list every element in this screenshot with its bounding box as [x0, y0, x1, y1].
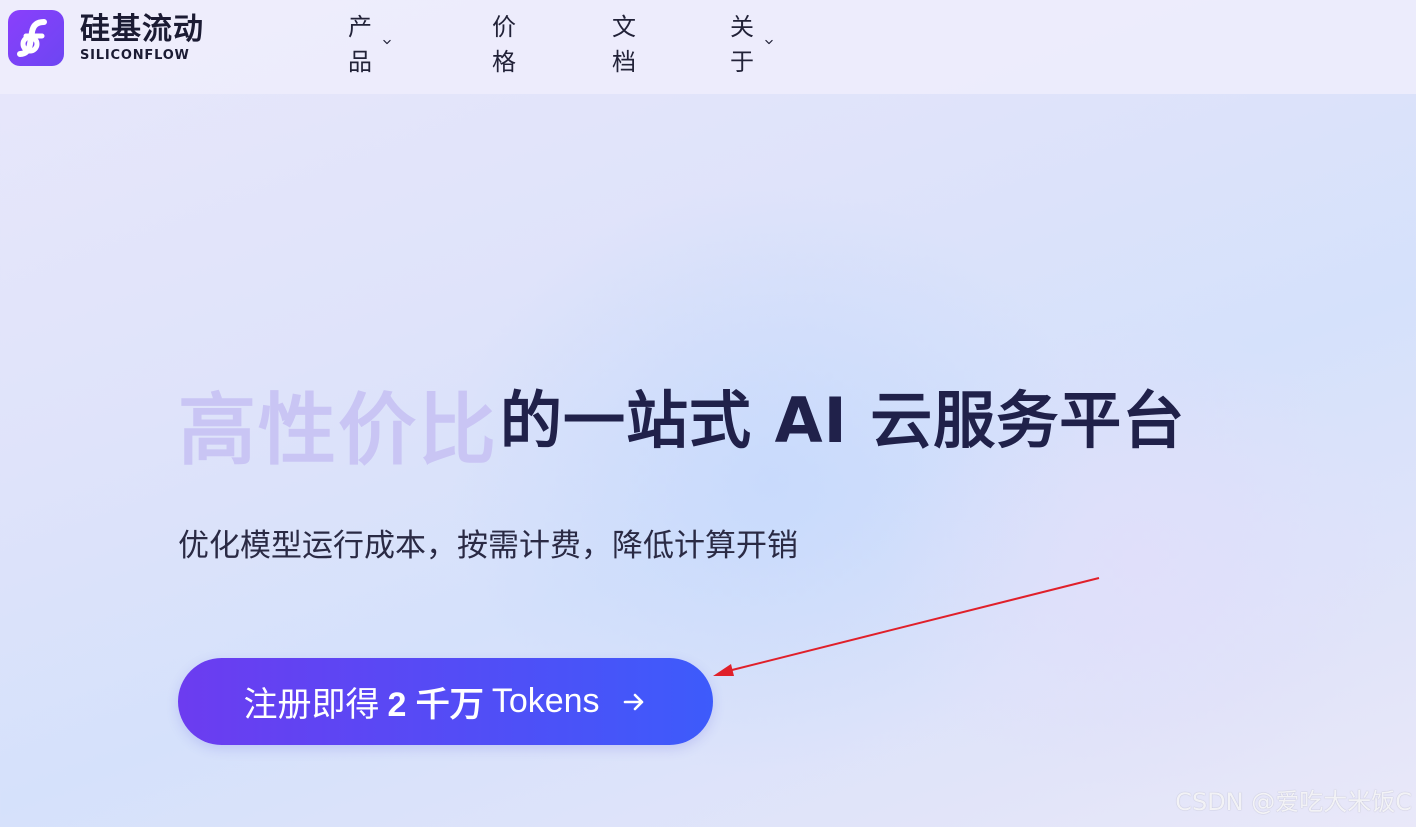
siliconflow-logo-icon [8, 10, 64, 66]
chevron-down-icon [383, 39, 391, 45]
chevron-down-icon [765, 39, 773, 45]
nav-item-label: 价格 [492, 13, 516, 76]
top-header: 硅基流动 SILICONFLOW 产品 价格 文档 关于 [0, 0, 1416, 94]
nav-item-pricing[interactable]: 价格 [492, 13, 516, 76]
background-glow-secondary [860, 300, 1416, 820]
nav-item-products[interactable]: 产品 [348, 13, 392, 76]
brand-wordmark: 硅基流动 SILICONFLOW [80, 11, 204, 63]
cta-suffix: Tokens [491, 682, 600, 720]
brand-name-cn: 硅基流动 [80, 11, 204, 47]
nav-item-label: 关于 [730, 13, 754, 76]
nav-item-label: 文档 [612, 13, 636, 76]
hero-title-accent: 高性价比 [178, 385, 499, 476]
nav-item-label: 产品 [348, 13, 372, 76]
brand-logo-link[interactable]: 硅基流动 SILICONFLOW [8, 10, 204, 66]
hero-title-rest: 的一站式 AI 云服务平台 [500, 384, 1186, 457]
nav-item-about[interactable]: 关于 [730, 13, 774, 76]
csdn-watermark: CSDN @爱吃大米饭C [1175, 788, 1412, 816]
hero-title: 高性价比 的一站式 AI 云服务平台 [178, 384, 1185, 478]
arrow-right-icon [620, 688, 648, 716]
cta-prefix: 注册即得 [243, 686, 380, 724]
nav-item-docs[interactable]: 文档 [612, 13, 636, 76]
signup-cta-button[interactable]: 注册即得 2 千万 Tokens [178, 658, 713, 745]
cta-highlight: 2 千万 [387, 686, 484, 724]
hero-subtitle: 优化模型运行成本，按需计费，降低计算开销 [178, 528, 798, 564]
brand-name-en: SILICONFLOW [80, 47, 190, 63]
